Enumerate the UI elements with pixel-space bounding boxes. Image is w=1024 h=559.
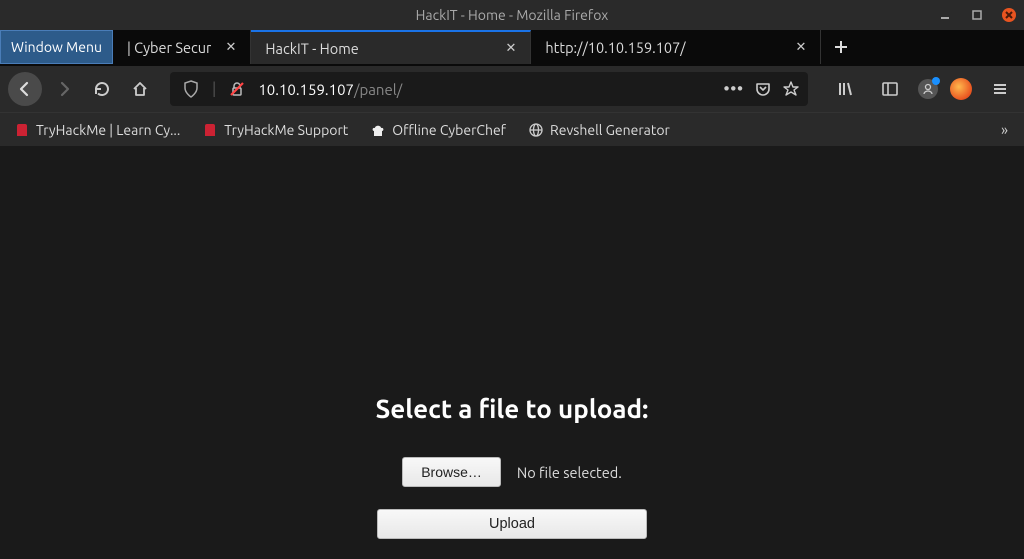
page-actions-button[interactable]: ••• (724, 80, 744, 98)
window-maximize-button[interactable] (970, 8, 984, 22)
tryhackme-icon (202, 122, 218, 138)
url-host: 10.10.159.107 (258, 81, 354, 98)
window-close-button[interactable] (1002, 8, 1016, 22)
bookmark-star-icon[interactable] (782, 80, 800, 98)
tab-title: http://10.10.159.107/ (545, 39, 685, 56)
pocket-icon[interactable] (754, 80, 772, 98)
tab-strip: Window Menu | Cyber Secur ✕ HackIT - Hom… (0, 30, 1024, 66)
bookmarks-overflow-button[interactable]: » (991, 117, 1018, 142)
browse-button[interactable]: Browse… (402, 457, 501, 487)
chef-hat-icon (370, 122, 386, 138)
account-icon[interactable] (918, 79, 938, 99)
bookmark-tryhackme-support[interactable]: TryHackMe Support (194, 118, 356, 142)
app-menu-button[interactable] (984, 73, 1016, 105)
file-input-row: Browse… No file selected. (402, 457, 622, 487)
forward-button[interactable] (48, 73, 80, 105)
insecure-lock-icon[interactable] (224, 76, 250, 102)
window-titlebar: HackIT - Home - Mozilla Firefox (0, 0, 1024, 30)
upload-heading: Select a file to upload: (376, 394, 649, 423)
bookmarks-bar: TryHackMe | Learn Cy... TryHackMe Suppor… (0, 112, 1024, 146)
new-tab-button[interactable] (821, 30, 861, 64)
page-content: Select a file to upload: Browse… No file… (0, 146, 1024, 559)
url-bar[interactable]: | 10.10.159.107/panel/ ••• (170, 72, 808, 106)
toolbar-right-icons (822, 73, 1016, 105)
close-icon[interactable]: ✕ (221, 38, 240, 57)
tab-title: HackIT - Home (265, 40, 358, 57)
bookmark-label: Offline CyberChef (392, 122, 506, 138)
bookmark-label: TryHackMe Support (224, 122, 348, 138)
reload-button[interactable] (86, 73, 118, 105)
bookmark-label: TryHackMe | Learn Cy... (36, 122, 180, 138)
window-minimize-button[interactable] (938, 8, 952, 22)
bookmark-label: Revshell Generator (550, 122, 670, 138)
close-icon[interactable]: ✕ (791, 38, 810, 57)
sidebar-icon[interactable] (874, 73, 906, 105)
tab-ip-address[interactable]: http://10.10.159.107/ ✕ (531, 30, 821, 64)
back-button[interactable] (8, 72, 42, 106)
window-controls (938, 8, 1016, 22)
globe-icon (528, 122, 544, 138)
tab-cyber-security[interactable]: | Cyber Secur ✕ (113, 30, 251, 64)
navigation-toolbar: | 10.10.159.107/panel/ ••• (0, 66, 1024, 112)
firefox-icon[interactable] (950, 78, 972, 100)
home-button[interactable] (124, 73, 156, 105)
bookmark-revshell[interactable]: Revshell Generator (520, 118, 678, 142)
file-status-text: No file selected. (517, 464, 622, 481)
url-actions: ••• (724, 80, 800, 98)
bookmark-cyberchef[interactable]: Offline CyberChef (362, 118, 514, 142)
tab-title: | Cyber Secur (127, 39, 212, 56)
window-menu-label: Window Menu (11, 39, 102, 55)
url-path: /panel/ (354, 81, 402, 98)
tracking-shield-icon[interactable] (178, 76, 204, 102)
tryhackme-icon (14, 122, 30, 138)
upload-button[interactable]: Upload (377, 509, 647, 539)
window-menu-button[interactable]: Window Menu (0, 30, 113, 64)
close-icon[interactable]: ✕ (501, 39, 520, 58)
bookmark-tryhackme-learn[interactable]: TryHackMe | Learn Cy... (6, 118, 188, 142)
tab-hackit-home[interactable]: HackIT - Home ✕ (251, 30, 531, 64)
window-title: HackIT - Home - Mozilla Firefox (416, 7, 609, 23)
url-text: 10.10.159.107/panel/ (258, 81, 715, 98)
library-icon[interactable] (830, 73, 862, 105)
